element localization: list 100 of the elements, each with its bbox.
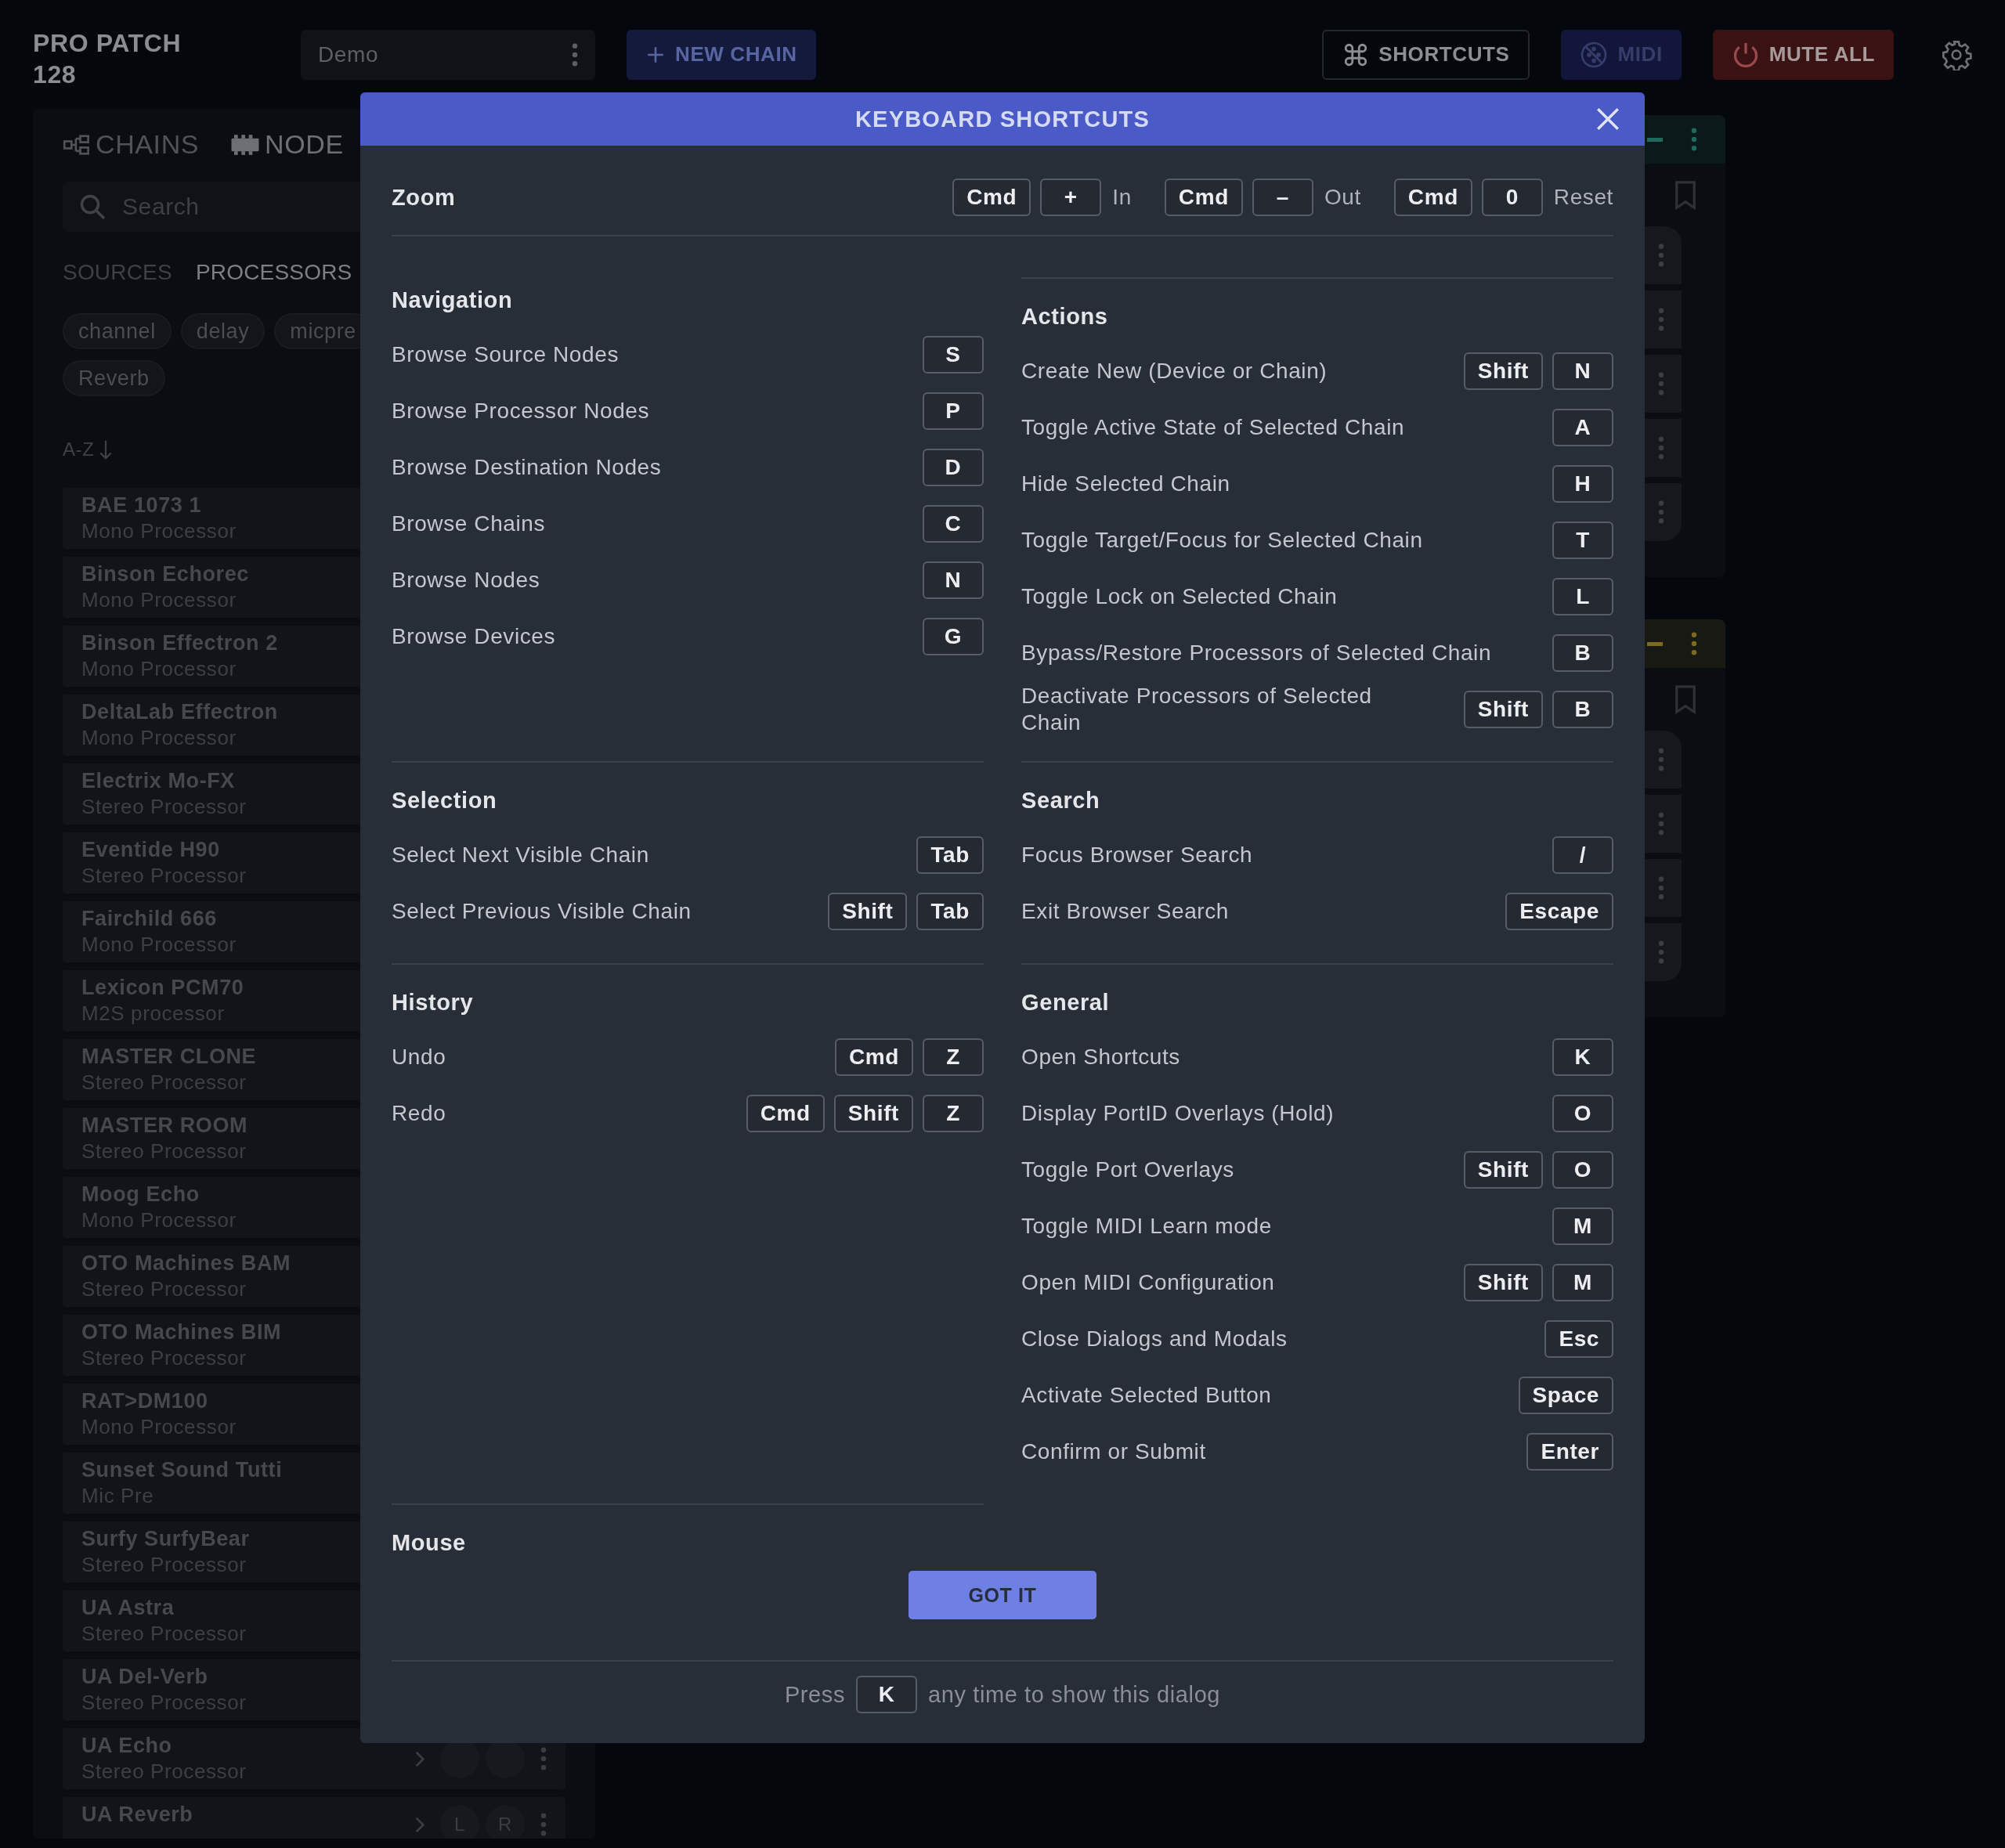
- key-cap: Cmd: [952, 179, 1031, 216]
- key-cap: D: [923, 449, 984, 486]
- more-icon: [1658, 244, 1664, 267]
- key-cap: –: [1252, 179, 1313, 216]
- settings-button[interactable]: [1941, 38, 1972, 70]
- key-cap: O: [1552, 1151, 1613, 1189]
- section-heading: Actions: [1021, 303, 1109, 330]
- tag-chip[interactable]: delay: [180, 313, 266, 349]
- key-cap: Tab: [916, 836, 984, 874]
- more-icon: [540, 1813, 547, 1836]
- shortcut-label: Toggle Lock on Selected Chain: [1021, 583, 1338, 610]
- key-cap: +: [1040, 179, 1102, 216]
- key-cap: Cmd: [746, 1095, 825, 1132]
- shortcut-label: Exit Browser Search: [1021, 898, 1230, 925]
- key-cap: M: [1552, 1264, 1613, 1301]
- more-icon: [572, 42, 578, 67]
- more-icon: [1658, 500, 1664, 524]
- key-cap: N: [1552, 352, 1613, 390]
- key-cap: Shift: [1463, 352, 1543, 390]
- section-heading: History: [392, 989, 475, 1016]
- hierarchy-icon: [63, 133, 91, 156]
- search-icon: [78, 193, 107, 221]
- shortcut-label: Open Shortcuts: [1021, 1044, 1181, 1070]
- key-cap: 0: [1481, 179, 1543, 216]
- key-cap: L: [1552, 578, 1613, 615]
- category-tab[interactable]: PROCESSORS: [195, 260, 352, 285]
- key-cap: Esc: [1544, 1320, 1613, 1358]
- more-icon: [1658, 436, 1664, 460]
- shortcut-label: Hide Selected Chain: [1021, 471, 1231, 497]
- more-icon: [1658, 876, 1664, 900]
- new-chain-button[interactable]: NEW CHAIN: [627, 29, 816, 80]
- more-icon: [1658, 372, 1664, 395]
- section-heading: Mouse: [392, 1529, 467, 1557]
- key-cap: G: [923, 618, 984, 655]
- key-cap: K: [1552, 1038, 1613, 1076]
- bookmark-icon: [1674, 180, 1697, 210]
- key-cap: Shift: [833, 1095, 913, 1132]
- chevron-icon: [415, 1750, 424, 1767]
- zoom-label: In: [1112, 185, 1132, 210]
- shortcut-label: Deactivate Processors of Selected Chain: [1021, 683, 1373, 736]
- shortcut-label: Bypass/Restore Processors of Selected Chain: [1021, 640, 1493, 666]
- key-cap: S: [923, 336, 984, 374]
- zoom-label: Out: [1324, 185, 1361, 210]
- arrow-down-icon: [99, 439, 114, 460]
- more-icon: [1658, 812, 1664, 836]
- shortcut-label: Browse Nodes: [392, 567, 541, 594]
- key-cap: C: [923, 505, 984, 543]
- section-heading: Zoom: [392, 184, 456, 211]
- key-cap: Cmd: [1164, 179, 1243, 216]
- key-cap: Z: [923, 1095, 984, 1132]
- shortcut-label: Browse Devices: [392, 623, 557, 650]
- shortcut-label: Toggle MIDI Learn mode: [1021, 1213, 1273, 1240]
- mute-all-button[interactable]: MUTE ALL: [1712, 29, 1894, 80]
- tag-chip[interactable]: Reverb: [63, 360, 165, 396]
- key-cap: Z: [923, 1038, 984, 1076]
- footer-text: any time to show this dialog: [928, 1681, 1221, 1708]
- key-cap: T: [1552, 522, 1613, 559]
- key-cap: Shift: [1463, 691, 1543, 728]
- key-cap: Shift: [1463, 1151, 1543, 1189]
- shortcut-label: Browse Processor Nodes: [392, 398, 651, 424]
- shortcut-label: Confirm or Submit: [1021, 1438, 1207, 1465]
- close-button[interactable]: [1595, 106, 1621, 132]
- key-cap: Enter: [1526, 1433, 1613, 1471]
- key-cap: M: [1552, 1207, 1613, 1245]
- more-icon: [540, 1747, 547, 1770]
- key-cap: A: [1552, 409, 1613, 446]
- midi-off-icon: [1580, 40, 1609, 69]
- section-heading: Navigation: [392, 287, 514, 314]
- shortcut-label: Create New (Device or Chain): [1021, 358, 1328, 384]
- shortcut-label: Browse Chains: [392, 511, 547, 537]
- key-cap: /: [1552, 836, 1613, 874]
- footer-text: Press: [784, 1681, 846, 1708]
- key-cap: B: [1552, 691, 1613, 728]
- shortcut-label: Activate Selected Button: [1021, 1382, 1273, 1409]
- more-icon: [1658, 940, 1664, 964]
- shortcut-label: Undo: [392, 1044, 447, 1070]
- more-icon: [1658, 748, 1664, 771]
- key-cap: Cmd: [834, 1038, 913, 1076]
- key-cap: Shift: [1463, 1264, 1543, 1301]
- shortcut-label: Close Dialogs and Modals: [1021, 1326, 1288, 1352]
- key-cap: Space: [1518, 1377, 1613, 1414]
- shortcut-label: Toggle Port Overlays: [1021, 1157, 1235, 1183]
- sidebar-tab[interactable]: NODE: [230, 129, 344, 160]
- got-it-button[interactable]: GOT IT: [909, 1571, 1096, 1619]
- preset-dropdown[interactable]: Demo: [301, 29, 595, 80]
- shortcut-label: Toggle Target/Focus for Selected Chain: [1021, 527, 1424, 554]
- section-heading: General: [1021, 989, 1111, 1016]
- key-cap: K: [856, 1676, 918, 1713]
- section-heading: Selection: [392, 787, 498, 814]
- dialog-title: KEYBOARD SHORTCUTS: [854, 106, 1151, 132]
- shortcuts-button[interactable]: SHORTCUTS: [1322, 29, 1530, 80]
- shortcut-label: Focus Browser Search: [1021, 842, 1254, 868]
- zoom-label: Reset: [1553, 185, 1613, 210]
- sidebar-tab[interactable]: CHAINS: [63, 129, 200, 160]
- tag-chip[interactable]: channel: [63, 313, 172, 349]
- shortcut-label: Open MIDI Configuration: [1021, 1269, 1276, 1296]
- key-cap: Cmd: [1393, 179, 1472, 216]
- more-icon: [1658, 308, 1664, 331]
- bookmark-icon: [1674, 684, 1697, 714]
- key-cap: Shift: [828, 893, 908, 930]
